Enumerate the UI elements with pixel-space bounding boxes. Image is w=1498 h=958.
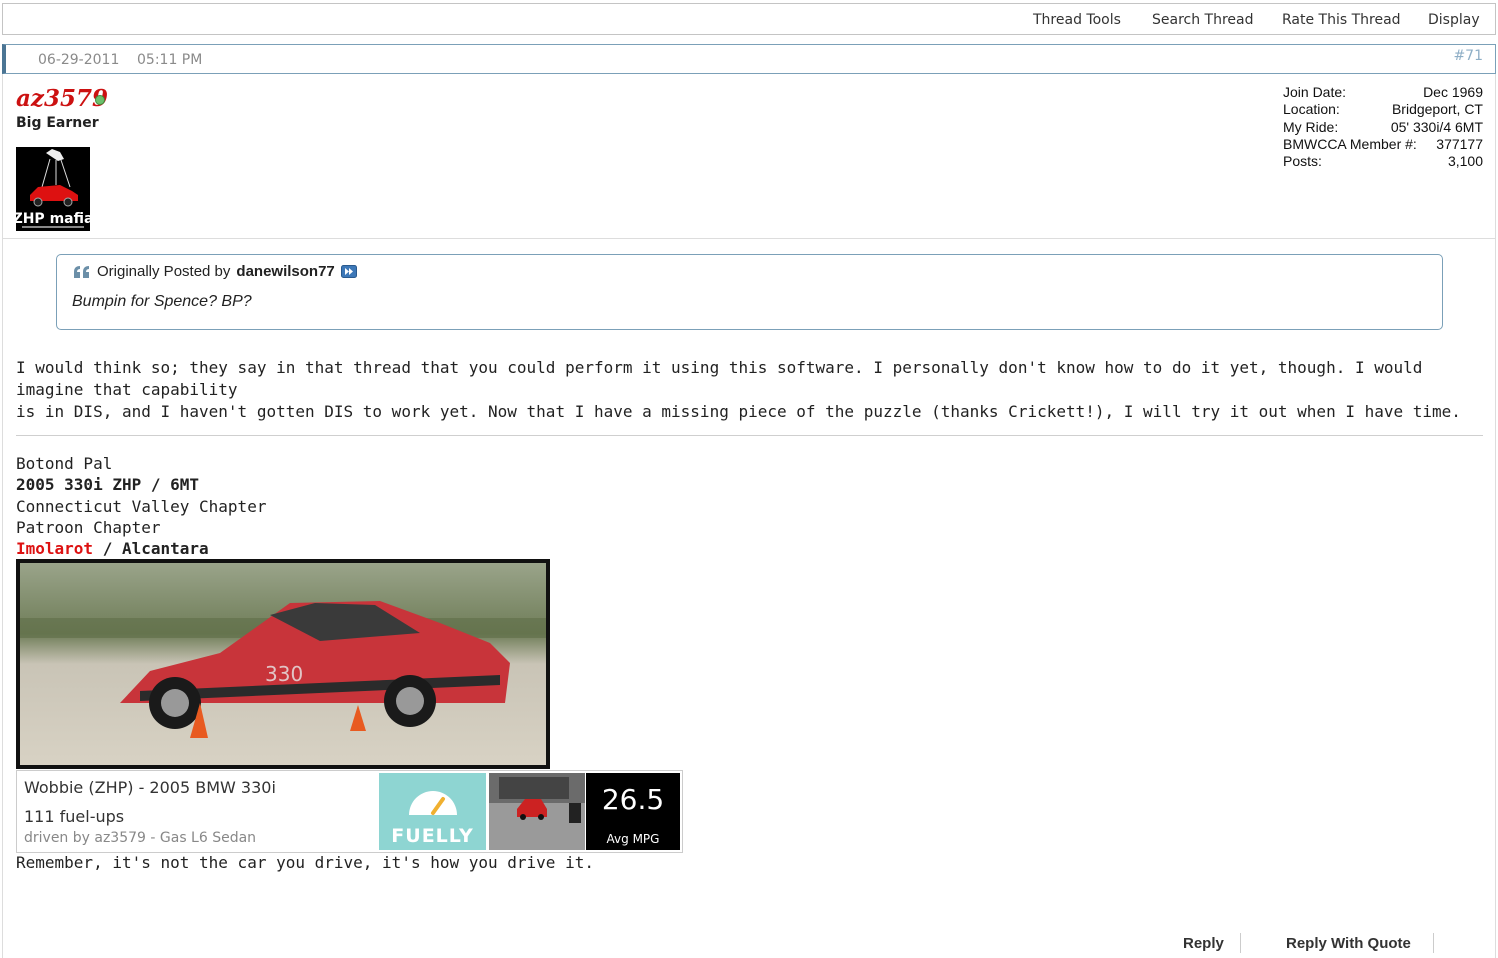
user-stat-label: Join Date:: [1283, 84, 1347, 100]
fuelly-mpg-value: 26.5: [601, 783, 665, 816]
quote-header: Originally Posted by danewilson77: [73, 263, 357, 280]
fuelly-badge[interactable]: Wobbie (ZHP) - 2005 BMW 330i 111 fuel-up…: [16, 770, 683, 853]
quote-author: danewilson77: [236, 263, 335, 280]
sig-color-alcantara: Alcantara: [121, 539, 209, 559]
reply-button[interactable]: Reply: [1183, 935, 1224, 952]
car-thumbnail-image: [489, 773, 585, 850]
zhp-mafia-avatar-image: ZHP mafia: [13, 147, 93, 231]
fuelly-gauge-icon: FUELLY: [391, 791, 473, 847]
user-stat-label: Posts:: [1283, 153, 1322, 170]
user-stat-value: 3,100: [1447, 153, 1483, 170]
signature-divider: [16, 435, 1483, 436]
quote-icon: [74, 265, 89, 278]
user-stat-row: BMWCCA Member #: 377177: [1283, 136, 1483, 153]
fuelly-logo: FUELLY: [379, 773, 486, 850]
avatar-logo-text: ZHP mafia: [16, 211, 90, 227]
user-stat-row: Location: Bridgeport, CT: [1283, 101, 1483, 118]
user-stat-value: Dec 1969: [1423, 84, 1483, 100]
view-post-icon[interactable]: [340, 265, 357, 278]
fuelly-fuelups: 111 fuel-ups: [24, 807, 125, 826]
user-stat-row: Join Date: Dec 1969: [1283, 84, 1483, 101]
thread-toolbar: Thread Tools Search Thread Rate This Thr…: [2, 3, 1496, 35]
sig-motto: Remember, it's not the car you drive, it…: [16, 853, 594, 872]
post-message: I would think so; they say in that threa…: [16, 357, 1486, 423]
user-stat-value: 05' 330i/4 6MT: [1390, 118, 1483, 135]
button-divider: [1240, 933, 1241, 953]
quote-prefix: Originally Posted by: [97, 263, 231, 280]
avatar[interactable]: ZHP mafia: [13, 147, 93, 231]
sig-color-separator: /: [93, 539, 122, 559]
display-menu[interactable]: Display: [1428, 12, 1480, 28]
user-info-panel: [2, 74, 1496, 239]
user-title: Big Earner: [16, 115, 99, 131]
message-line: I would think so; they say in that threa…: [16, 358, 1423, 399]
sig-chapter: Connecticut Valley Chapter: [16, 496, 267, 516]
user-stat-row: Posts: 3,100: [1283, 153, 1483, 170]
user-stat-label: My Ride:: [1283, 118, 1339, 135]
user-stat-value: 377177: [1436, 135, 1483, 152]
button-divider: [1433, 933, 1434, 953]
red-bmw-photo: 330: [20, 563, 546, 765]
search-thread-menu[interactable]: Search Thread: [1152, 12, 1254, 28]
post-date: 06-29-2011: [38, 52, 120, 68]
reply-with-quote-button[interactable]: Reply With Quote: [1286, 935, 1411, 952]
fuelly-vehicle-thumbnail: [489, 773, 585, 850]
thread-tools-menu[interactable]: Thread Tools: [1033, 12, 1121, 28]
fuelly-driver: driven by az3579 - Gas L6 Sedan: [24, 830, 257, 846]
fuelly-mpg-label: Avg MPG: [606, 832, 660, 846]
post-header: 06-29-2011 05:11 PM #71: [2, 44, 1496, 74]
car-number: 330: [265, 662, 303, 686]
fuelly-logo-text: FUELLY: [391, 825, 473, 847]
rate-thread-menu[interactable]: Rate This Thread: [1282, 12, 1401, 28]
sig-color-imolarot: Imolarot: [16, 539, 94, 559]
quote-text: Bumpin for Spence? BP?: [72, 293, 252, 310]
signature: Botond Pal 2005 330i ZHP / 6MT Connectic…: [16, 453, 266, 559]
fuelly-vehicle-title: Wobbie (ZHP) - 2005 BMW 330i: [24, 778, 276, 797]
message-line: is in DIS, and I haven't gotten DIS to w…: [16, 402, 1461, 421]
quote-block: Originally Posted by danewilson77 Bumpin…: [56, 254, 1443, 330]
post-time: 05:11 PM: [137, 52, 203, 68]
user-stat-label: Location:: [1283, 101, 1340, 118]
user-stat-label: BMWCCA Member #:: [1283, 135, 1417, 152]
user-stat-row: My Ride: 05' 330i/4 6MT: [1283, 119, 1483, 136]
user-stats: Join Date: Dec 1969 Location: Bridgeport, C…: [1283, 84, 1483, 170]
post-number-link[interactable]: #71: [1453, 48, 1483, 64]
fuelly-mpg-panel: 26.5 Avg MPG: [586, 773, 680, 850]
sig-car: 2005 330i ZHP / 6MT: [16, 475, 200, 495]
online-status-icon: [95, 95, 105, 105]
signature-car-image: 330: [16, 559, 550, 769]
user-stat-value: Bridgeport, CT: [1391, 101, 1483, 118]
sig-name: Botond Pal: [16, 454, 113, 473]
sig-chapter: Patroon Chapter: [16, 517, 161, 537]
